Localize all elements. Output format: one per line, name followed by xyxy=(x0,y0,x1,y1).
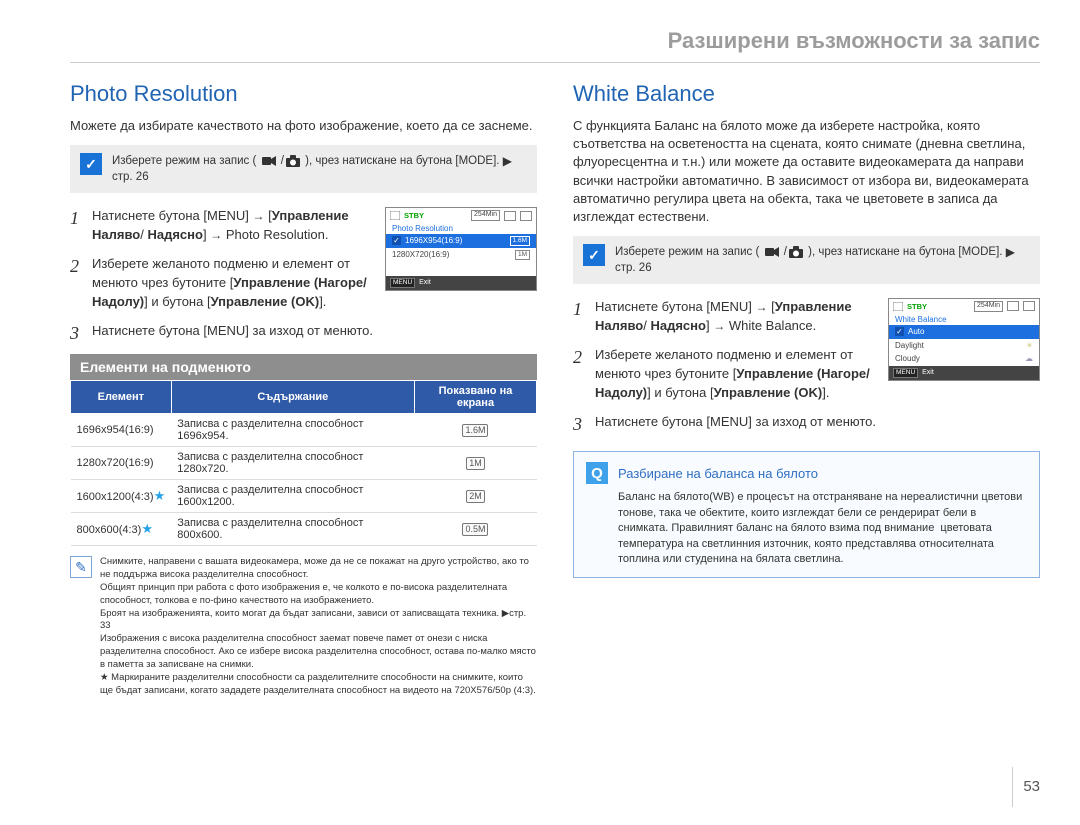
check-icon: ✓ xyxy=(895,327,904,336)
memory-card-icon xyxy=(390,211,400,220)
check-icon: ✓ xyxy=(583,244,605,266)
screen-option: 1280X720(16:9) 1M xyxy=(386,248,536,262)
mode-note-text-left: Изберете режим на запис ( / ), чрез нати… xyxy=(112,153,527,185)
section-title-white-balance: White Balance xyxy=(573,81,1040,107)
mode-note-text-right: Изберете режим на запис ( / ), чрез нати… xyxy=(615,244,1030,276)
arrow-right-icon: → xyxy=(253,208,265,225)
sd-card-icon xyxy=(504,211,516,221)
page-number: 53 xyxy=(1012,767,1040,807)
screen-menu-title: Photo Resolution xyxy=(386,223,536,235)
menu-key-icon: MENU xyxy=(390,278,415,288)
arrow-right-icon: → xyxy=(210,227,222,244)
arrow-right-icon: → xyxy=(713,318,725,335)
arrow-right-icon: → xyxy=(756,299,768,316)
submenu-heading: Елементи на подменюто xyxy=(70,354,537,380)
step-3-left: Натиснете бутона [MENU] за изход от меню… xyxy=(70,322,537,341)
note-prefix: Изберете режим на запис ( xyxy=(112,155,256,167)
footnote-text: Снимките, направени с вашата видеокамера… xyxy=(100,556,537,697)
steps-list-left: Натиснете бутона [MENU] → [Управление На… xyxy=(70,207,371,321)
camera-screen-photo-resolution: STBY 254Min Photo Resolution ✓1696X954(1… xyxy=(385,207,537,290)
stby-label: STBY xyxy=(404,211,424,220)
table-row: 800x600(4:3)★ Записва с разделителна спо… xyxy=(71,513,537,546)
screen-option-selected: ✓Auto xyxy=(889,325,1039,339)
remaining-time: 254Min xyxy=(974,301,1003,311)
screen-footer: MENU Exit xyxy=(386,276,536,290)
resolution-badge-icon: 1M xyxy=(515,250,530,260)
mode-note-right: ✓ Изберете режим на запис ( / ), чрез на… xyxy=(573,236,1040,284)
star-icon: ★ xyxy=(154,488,166,503)
camera-icon xyxy=(789,246,803,258)
screen-option-selected: ✓1696X954(16:9) 1.6M xyxy=(386,234,536,248)
screen-option-cloudy: Cloudy ☁ xyxy=(889,352,1039,366)
check-icon: ✓ xyxy=(392,236,401,245)
page-header-title: Разширени възможности за запис xyxy=(70,28,1040,63)
camera-screen-white-balance: STBY 254Min White Balance ✓Auto Daylight… xyxy=(888,298,1040,381)
two-column-layout: Photo Resolution Можете да избирате каче… xyxy=(70,81,1040,697)
resolution-badge-icon: 1.6M xyxy=(462,424,488,437)
steps-list-left-cont: Натиснете бутона [MENU] за изход от меню… xyxy=(70,322,537,341)
infobox-body: Баланс на бялото(WB) е процесът на отстр… xyxy=(586,490,1027,567)
step-2-right: Изберете желаното подменю и елемент от м… xyxy=(573,346,874,403)
info-q-icon: Q xyxy=(586,462,608,484)
screen-topbar: STBY 254Min xyxy=(386,208,536,222)
check-icon: ✓ xyxy=(80,153,102,175)
steps-list-right-cont: Натиснете бутона [MENU] за изход от меню… xyxy=(573,413,1040,432)
resolution-badge-icon: 2M xyxy=(466,490,485,503)
camera-icon xyxy=(286,155,300,167)
camcorder-icon xyxy=(262,155,276,167)
note-page-ref: стр. 26 xyxy=(112,171,149,183)
section-title-photo-resolution: Photo Resolution xyxy=(70,81,537,107)
note-suffix: ), чрез натискане на бутона [MODE]. xyxy=(305,155,503,167)
battery-icon xyxy=(1023,301,1035,311)
step-1-left: Натиснете бутона [MENU] → [Управление На… xyxy=(70,207,371,245)
menu-key-icon: MENU xyxy=(893,368,918,378)
column-right: White Balance С функцията Баланс на бяло… xyxy=(573,81,1040,697)
white-balance-infobox: Q Разбиране на баланса на бялото Баланс … xyxy=(573,451,1040,578)
step-3-right: Натиснете бутона [MENU] за изход от меню… xyxy=(573,413,1040,432)
screen-topbar: STBY 254Min xyxy=(889,299,1039,313)
screen-footer: MENU Exit xyxy=(889,366,1039,380)
column-left: Photo Resolution Можете да избирате каче… xyxy=(70,81,537,697)
mode-note-left: ✓ Изберете режим на запис ( / ), чрез на… xyxy=(70,145,537,193)
manual-page: Разширени възможности за запис Photo Res… xyxy=(0,0,1080,825)
resolution-badge-icon: 1.6M xyxy=(510,236,530,246)
white-balance-intro: С функцията Баланс на бялото може да изб… xyxy=(573,117,1040,226)
table-row: 1600x1200(4:3)★ Записва с разделителна с… xyxy=(71,480,537,513)
resolution-badge-icon: 1M xyxy=(466,457,485,470)
arrow-right-icon: ▶ xyxy=(503,153,512,169)
exit-label: Exit xyxy=(419,279,431,287)
exit-label: Exit xyxy=(922,369,934,377)
resolution-badge-icon: 0.5M xyxy=(462,523,488,536)
screen-menu-title: White Balance xyxy=(889,314,1039,326)
battery-icon xyxy=(520,211,532,221)
stby-label: STBY xyxy=(907,302,927,311)
step-2-left: Изберете желаното подменю и елемент от м… xyxy=(70,255,371,312)
cloud-icon: ☁ xyxy=(1025,354,1033,364)
footnote-block: ✎ Снимките, направени с вашата видеокаме… xyxy=(70,556,537,697)
sd-card-icon xyxy=(1007,301,1019,311)
step-1-right: Натиснете бутона [MENU] → [Управление На… xyxy=(573,298,874,336)
arrow-right-icon: ▶ xyxy=(1006,244,1015,260)
memory-card-icon xyxy=(893,302,903,311)
star-icon: ★ xyxy=(141,521,153,536)
photo-resolution-intro: Можете да избирате качеството на фото из… xyxy=(70,117,537,135)
th-content: Съдържание xyxy=(171,381,414,414)
table-row: 1696x954(16:9) Записва с разделителна сп… xyxy=(71,414,537,447)
table-row: 1280x720(16:9) Записва с разделителна сп… xyxy=(71,447,537,480)
note-pencil-icon: ✎ xyxy=(70,556,92,578)
th-displayed: Показвано на екрана xyxy=(414,381,536,414)
resolution-table: Елемент Съдържание Показвано на екрана 1… xyxy=(70,380,537,546)
camcorder-icon xyxy=(765,246,779,258)
screen-option-daylight: Daylight ☀ xyxy=(889,339,1039,353)
sun-icon: ☀ xyxy=(1026,341,1033,351)
steps-list-right: Натиснете бутона [MENU] → [Управление На… xyxy=(573,298,874,412)
th-element: Елемент xyxy=(71,381,172,414)
infobox-title: Разбиране на баланса на бялото xyxy=(618,466,818,481)
remaining-time: 254Min xyxy=(471,210,500,220)
